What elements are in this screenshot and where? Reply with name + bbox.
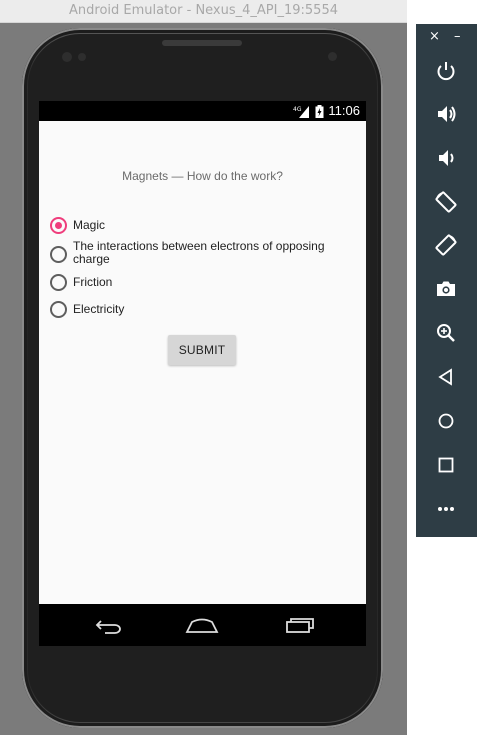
option-interactions[interactable]: The interactions between electrons of op… [50, 240, 343, 266]
back-icon[interactable] [431, 362, 461, 392]
status-bar: 4G 11:06 [39, 101, 366, 121]
option-label: The interactions between electrons of op… [73, 239, 325, 266]
rotate-left-icon[interactable] [431, 187, 461, 217]
front-camera [62, 52, 72, 62]
network-type: 4G [293, 106, 302, 113]
close-button[interactable]: × [429, 30, 440, 44]
home-icon[interactable] [182, 613, 222, 637]
light-sensor [78, 53, 86, 61]
question-text: Magnets — How do the work? [122, 169, 283, 183]
battery-icon [315, 104, 324, 118]
option-label: Friction [73, 275, 113, 289]
quiz-content: Magnets — How do the work? Magic The int… [39, 121, 366, 604]
earpiece-speaker [162, 40, 242, 46]
rotate-right-icon[interactable] [431, 230, 461, 260]
option-label: Electricity [73, 302, 125, 316]
home-icon[interactable] [431, 406, 461, 436]
option-magic[interactable]: Magic [50, 217, 105, 234]
power-icon[interactable] [431, 56, 461, 86]
camera-icon[interactable] [431, 274, 461, 304]
radio-button-checked[interactable] [50, 217, 67, 234]
status-time: 11:06 [328, 103, 360, 118]
signal-icon: 4G [293, 105, 311, 118]
device-screen: 4G 11:06 Magnets — How do the work? Magi… [39, 101, 366, 646]
volume-down-icon[interactable] [431, 143, 461, 173]
emulator-toolbar: × – [416, 24, 477, 537]
option-electricity[interactable]: Electricity [50, 301, 124, 318]
zoom-icon[interactable] [431, 318, 461, 348]
radio-button[interactable] [50, 274, 67, 291]
overview-icon[interactable] [431, 450, 461, 480]
navigation-bar [39, 604, 366, 646]
window-title: Android Emulator - Nexus_4_API_19:5554 [0, 0, 407, 23]
option-friction[interactable]: Friction [50, 274, 112, 291]
recents-icon[interactable] [279, 613, 319, 637]
proximity-sensor [328, 52, 337, 61]
emulator-window: Android Emulator - Nexus_4_API_19:5554 4… [0, 0, 407, 735]
radio-button[interactable] [50, 246, 67, 263]
more-icon[interactable] [431, 494, 461, 524]
option-label: Magic [73, 218, 106, 232]
minimize-button[interactable]: – [454, 30, 461, 44]
radio-button[interactable] [50, 301, 67, 318]
submit-button[interactable]: SUBMIT [168, 335, 236, 365]
back-icon[interactable] [87, 613, 127, 637]
volume-up-icon[interactable] [431, 99, 461, 129]
